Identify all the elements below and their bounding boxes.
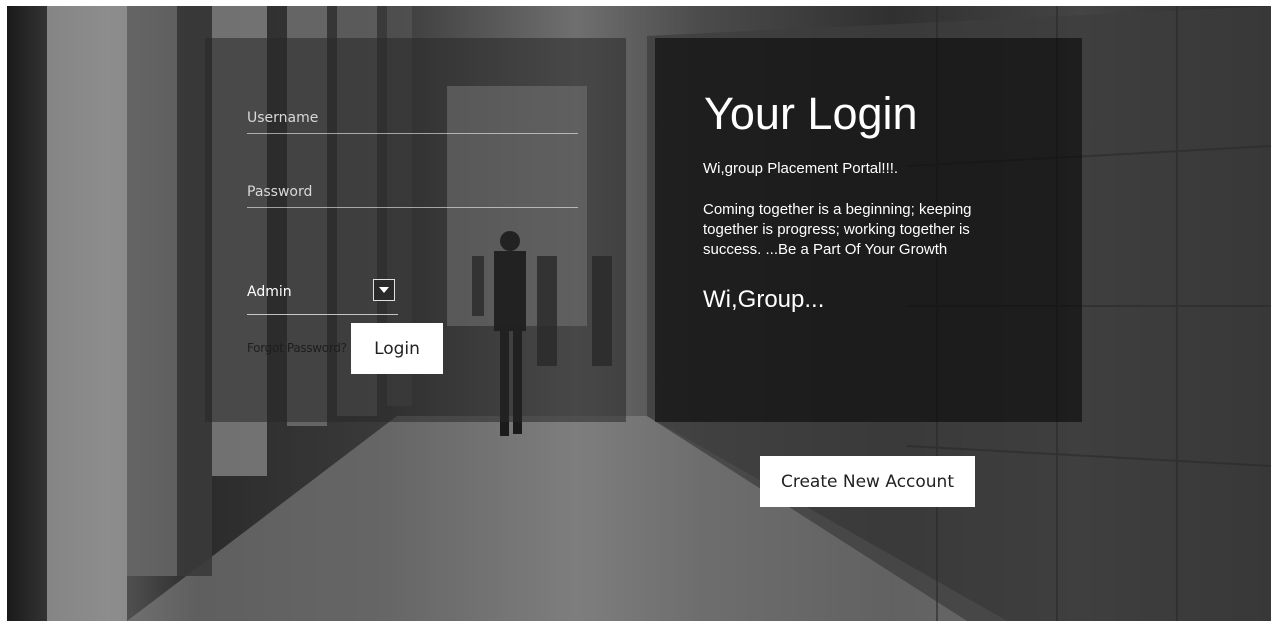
create-account-button[interactable]: Create New Account (760, 456, 975, 507)
page-title: Your Login (704, 88, 918, 139)
role-select-value: Admin (247, 284, 292, 300)
portal-subtitle: Wi,group Placement Portal!!!. (703, 160, 899, 177)
forgot-password-link[interactable]: Forgot Password? (247, 341, 347, 355)
brand-name: Wi,Group... (703, 286, 825, 313)
chevron-down-icon[interactable] (373, 279, 395, 301)
password-input[interactable] (247, 177, 578, 207)
login-button[interactable]: Login (351, 323, 443, 374)
role-select[interactable]: Admin (247, 278, 398, 315)
password-field-wrap (247, 177, 578, 208)
username-input[interactable] (247, 103, 578, 133)
motto-text: Coming together is a beginning; keeping … (703, 201, 972, 258)
username-field-wrap (247, 103, 578, 134)
